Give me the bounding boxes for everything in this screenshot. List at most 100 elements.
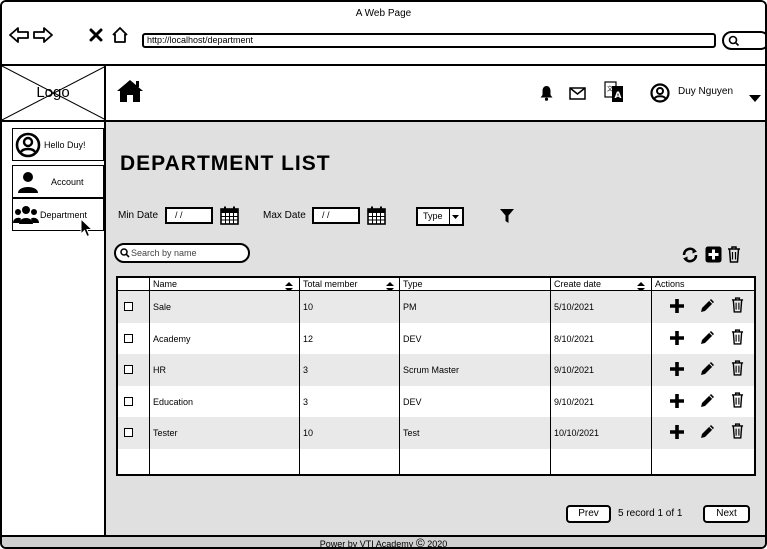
mail-icon[interactable] [569,87,586,105]
add-square-icon[interactable] [705,246,722,268]
department-table: Name Total member Type Create date Actio… [116,276,756,476]
trash-icon[interactable] [731,423,744,444]
filter-icon[interactable] [500,209,514,229]
pagination-info: 5 record 1 of 1 [618,508,683,519]
sidebar-item-label: Account [51,176,84,187]
copyright-icon: © [415,536,425,549]
close-x-icon[interactable] [86,22,106,48]
cell-total-member: 10 [303,428,314,438]
row-checkbox[interactable] [124,365,133,374]
calendar-icon[interactable] [367,206,386,230]
table-row[interactable]: Tester 10 Test 10/10/2021 [118,417,754,449]
sidebar-item-account[interactable]: Account [12,165,104,198]
browser-chrome: A Web Page http://localhost/department [2,2,765,64]
browser-search-field[interactable] [722,31,765,50]
search-input[interactable]: Search by name [114,243,250,263]
cell-create-date: 8/10/2021 [554,333,595,344]
mouse-cursor-icon [80,217,94,243]
browser-window: A Web Page http://localhost/department L… [0,0,767,549]
edit-pencil-icon[interactable] [700,393,715,413]
translate-icon[interactable]: 文A [604,81,624,108]
max-date-label: Max Date [263,210,306,221]
trash-icon[interactable] [731,297,744,318]
trash-icon[interactable] [731,391,744,413]
cell-type: DEV [403,333,422,344]
column-header-actions: Actions [655,279,685,289]
main-content: DEPARTMENT LIST Min Date / / Max Date / … [106,122,765,538]
table-row[interactable]: Sale 10 PM 5/10/2021 [118,291,754,323]
edit-pencil-icon[interactable] [700,298,715,318]
table-row[interactable]: HR 3 Scrum Master 9/10/2021 [118,354,754,386]
cell-type: PM [403,302,417,312]
cell-create-date: 10/10/2021 [554,428,600,438]
window-title: A Web Page [355,8,412,19]
bell-icon[interactable] [540,85,553,106]
add-icon[interactable] [670,330,684,350]
search-icon [728,35,740,47]
trash-icon[interactable] [731,328,744,350]
add-icon[interactable] [670,299,684,318]
svg-text:A: A [615,91,622,101]
prev-button[interactable]: Prev [566,505,611,523]
column-header-create-date[interactable]: Create date [554,279,601,289]
search-placeholder: Search by name [131,248,197,258]
caret-down-icon[interactable] [749,90,761,108]
add-icon[interactable] [670,362,684,381]
column-divider [149,278,150,474]
cell-type: Scrum Master [403,365,460,375]
sidebar-greeting: Hello Duy! [12,128,104,161]
edit-pencil-icon[interactable] [700,330,715,350]
user-circle-icon [15,132,41,157]
column-header-total-member[interactable]: Total member [303,279,358,289]
column-header-name[interactable]: Name [153,279,177,289]
greeting-text: Hello Duy! [44,139,86,150]
row-checkbox[interactable] [124,302,133,311]
user-name[interactable]: Duy Nguyen [678,86,733,97]
cell-total-member: 10 [303,302,314,312]
user-icon [18,171,38,193]
row-checkbox[interactable] [124,333,133,343]
home-icon[interactable] [116,78,144,109]
column-divider [399,278,400,474]
footer: Power by VTI Academy © 2020 [2,535,765,549]
type-select[interactable]: Type [416,207,464,226]
add-icon[interactable] [670,425,684,444]
cell-create-date: 9/10/2021 [554,396,595,407]
table-header-row: Name Total member Type Create date Actio… [118,278,754,292]
table-row[interactable]: Academy 12 DEV 8/10/2021 [118,323,754,355]
search-icon [120,248,130,258]
chevron-down-icon [449,209,462,224]
page-title: DEPARTMENT LIST [120,152,331,175]
back-arrow-icon[interactable] [8,22,30,48]
logo-label: Logo [36,84,70,101]
footer-year: 2020 [427,539,448,549]
logo[interactable]: Logo [2,66,106,120]
cell-total-member: 3 [303,396,309,407]
forward-arrow-icon[interactable] [32,22,54,48]
cell-name: Education [153,396,194,407]
row-checkbox[interactable] [124,428,133,437]
table-row[interactable]: Education 3 DEV 9/10/2021 [118,386,754,418]
trash-icon[interactable] [731,360,744,381]
app-header: Logo 文A Duy Nguyen [2,64,765,122]
footer-text: Power by VTI Academy [319,539,414,549]
cell-create-date: 9/10/2021 [554,365,595,375]
calendar-icon[interactable] [220,206,239,230]
row-checkbox[interactable] [124,396,133,406]
cell-name: Sale [153,302,172,312]
trash-icon[interactable] [727,246,741,268]
next-button[interactable]: Next [703,505,750,523]
user-circle-icon[interactable] [650,83,670,108]
home-outline-icon[interactable] [109,22,131,48]
cell-total-member: 12 [303,333,314,344]
type-select-label: Type [423,211,443,221]
cell-name: Tester [153,428,178,438]
max-date-field[interactable]: / / [312,207,360,224]
column-header-type[interactable]: Type [403,279,423,289]
edit-pencil-icon[interactable] [700,361,715,381]
edit-pencil-icon[interactable] [700,424,715,444]
refresh-icon[interactable] [681,247,699,268]
add-icon[interactable] [670,393,684,413]
address-bar[interactable]: http://localhost/department [142,33,716,48]
min-date-field[interactable]: / / [165,207,213,224]
